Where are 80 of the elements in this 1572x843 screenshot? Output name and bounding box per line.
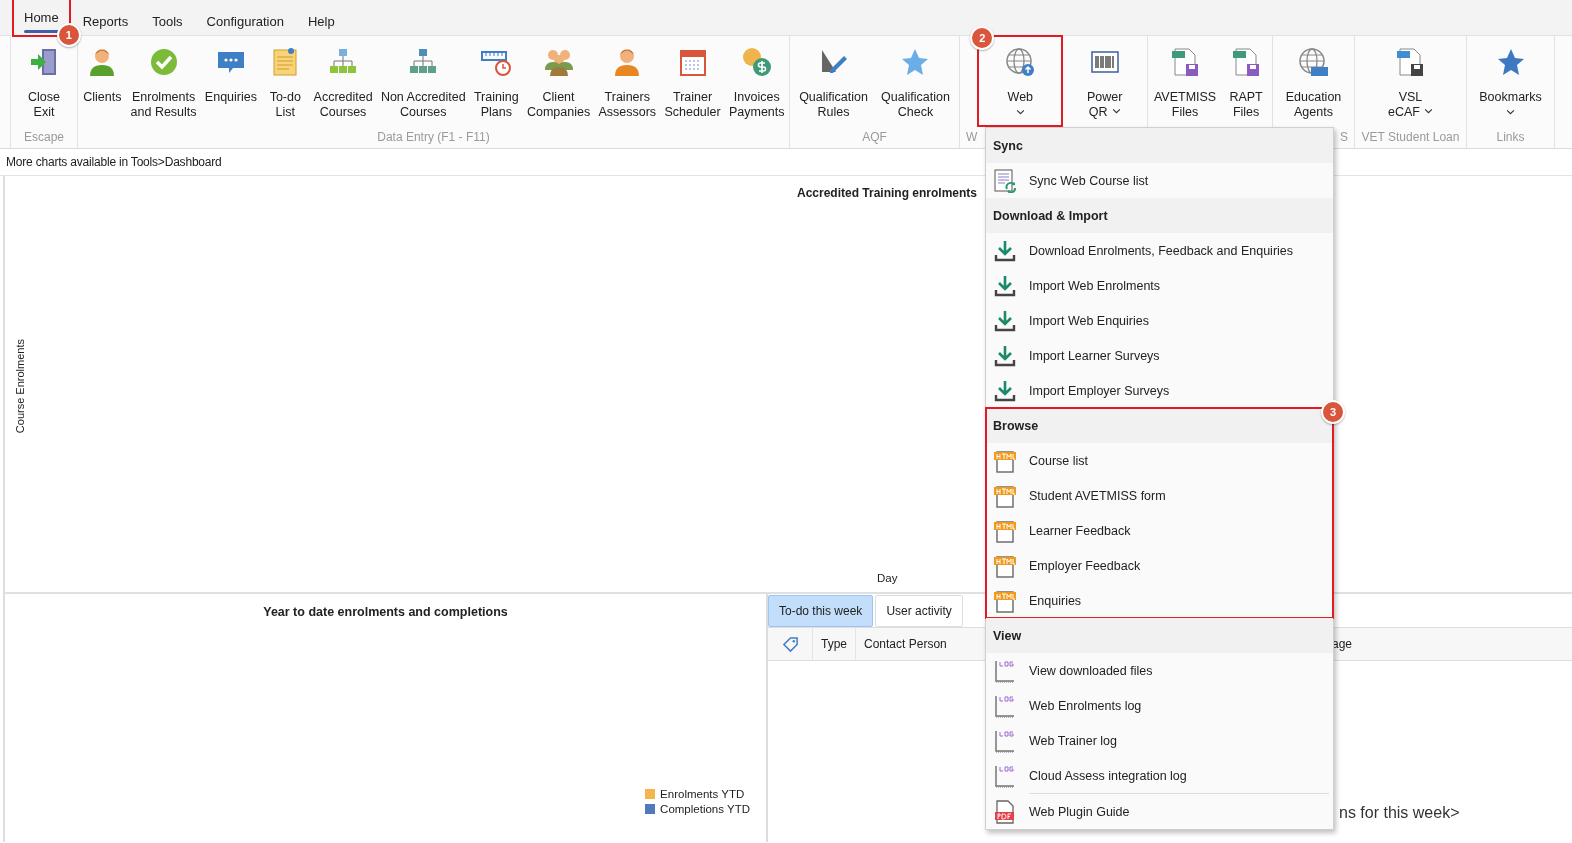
ribbon-button[interactable]: Qualification Check bbox=[877, 36, 954, 126]
group-label: W bbox=[966, 130, 978, 144]
tag-icon bbox=[781, 635, 799, 653]
ribbon-button[interactable]: Trainers Assessors bbox=[594, 36, 661, 126]
step-badge: 2 bbox=[970, 26, 995, 50]
ribbon-button[interactable]: Enrolments and Results bbox=[126, 36, 201, 126]
group-label: Links bbox=[1496, 130, 1525, 144]
menu-item[interactable]: Sync Web Course list bbox=[986, 163, 1333, 198]
legend-label: Completions YTD bbox=[660, 803, 750, 815]
empty-message: ns for this week> bbox=[1339, 804, 1460, 822]
menu-item[interactable]: Learner Feedback bbox=[986, 513, 1333, 548]
menu-section-header: Sync bbox=[986, 128, 1333, 163]
download-icon bbox=[993, 378, 1017, 403]
chart-title: Accredited Training enrolments bbox=[797, 186, 978, 200]
step-badge: 3 bbox=[1321, 400, 1345, 424]
legend-label: Enrolments YTD bbox=[660, 788, 745, 800]
ribbon-button[interactable]: RAPT Files bbox=[1222, 36, 1271, 126]
coins-icon bbox=[740, 46, 773, 78]
html-file-icon bbox=[993, 448, 1017, 473]
ribbon-button[interactable]: Bookmarks bbox=[1475, 36, 1546, 126]
ribbon-button[interactable]: Training Plans bbox=[469, 36, 523, 126]
menu-item[interactable]: Web Plugin Guide bbox=[986, 794, 1333, 829]
menu-tab[interactable]: Configuration bbox=[196, 7, 294, 35]
menu-section-header: Download & Import bbox=[986, 198, 1333, 233]
menu-tab[interactable]: Help bbox=[297, 7, 345, 35]
menu-item[interactable]: Cloud Assess integration log bbox=[986, 758, 1333, 793]
group-label: S bbox=[1340, 130, 1348, 144]
log-file-icon bbox=[993, 728, 1017, 753]
menu-item[interactable]: Import Web Enquiries bbox=[986, 303, 1333, 338]
ribbon-button[interactable]: VSL eCAF bbox=[1384, 36, 1437, 126]
ribbon-button[interactable]: Client Companies bbox=[522, 36, 595, 126]
html-file-icon bbox=[993, 553, 1017, 578]
download-icon bbox=[993, 273, 1017, 298]
ribbon-button[interactable]: Education Agents bbox=[1281, 36, 1346, 126]
menu-item[interactable]: Import Learner Surveys bbox=[986, 338, 1333, 373]
log-file-icon bbox=[993, 658, 1017, 683]
html-file-icon bbox=[993, 518, 1017, 543]
menu-item[interactable]: Employer Feedback bbox=[986, 548, 1333, 583]
group-label: AQF bbox=[862, 130, 887, 144]
axis-label: Course Enrolments bbox=[14, 338, 26, 434]
sync-list-icon bbox=[993, 168, 1017, 193]
globe-icon bbox=[1297, 46, 1330, 78]
step-badge: 1 bbox=[56, 23, 81, 47]
log-file-icon bbox=[993, 693, 1017, 718]
menu-item[interactable]: Student AVETMISS form bbox=[986, 478, 1333, 513]
ribbon-button[interactable]: Invoices Payments bbox=[724, 36, 789, 126]
group-label: VET Student Loan bbox=[1361, 130, 1460, 144]
download-icon bbox=[993, 343, 1017, 368]
menu-item[interactable]: Enquiries bbox=[986, 583, 1333, 618]
menu-item[interactable]: Web Enrolments log bbox=[986, 688, 1333, 723]
ribbon-button[interactable]: To-do List bbox=[261, 36, 310, 126]
ribbon-button[interactable]: AVETMISS Files bbox=[1149, 36, 1221, 126]
chart-title: Year to date enrolments and completions bbox=[263, 605, 508, 619]
log-file-icon bbox=[993, 763, 1017, 788]
ribbon-button[interactable]: Accredited Courses bbox=[309, 36, 377, 126]
menu-item[interactable]: Download Enrolments, Feedback and Enquiries bbox=[986, 233, 1333, 268]
column-header: Type bbox=[813, 628, 856, 660]
menu-section-header: View bbox=[986, 618, 1333, 653]
ribbon-button[interactable]: Qualification Rules bbox=[795, 36, 872, 126]
html-file-icon bbox=[993, 483, 1017, 508]
ribbon-button[interactable]: Enquiries bbox=[200, 36, 261, 126]
info-text: More charts available in Tools>Dashboard bbox=[6, 155, 222, 169]
ribbon-button[interactable]: Power QR bbox=[1080, 36, 1129, 126]
menu-item[interactable]: Course list bbox=[986, 443, 1333, 478]
download-icon bbox=[993, 308, 1017, 333]
ribbon-button[interactable]: Trainer Scheduler bbox=[660, 36, 725, 126]
panel-tab[interactable]: User activity bbox=[875, 595, 963, 627]
html-file-icon bbox=[993, 588, 1017, 613]
download-icon bbox=[993, 238, 1017, 263]
menu-tab[interactable]: Tools bbox=[142, 7, 193, 35]
ribbon-button[interactable]: Non Accredited Courses bbox=[376, 36, 470, 126]
group-label: Escape bbox=[24, 130, 64, 144]
menu-item[interactable]: Import Web Enrolments bbox=[986, 268, 1333, 303]
group-label: Data Entry (F1 - F11) bbox=[377, 130, 490, 144]
ribbon-button[interactable]: Clients bbox=[78, 36, 127, 126]
globe-icon bbox=[1004, 46, 1037, 78]
pdf-file-icon bbox=[993, 799, 1017, 824]
panel-tab[interactable]: To-do this week bbox=[768, 595, 874, 627]
menu-item[interactable]: Web Trainer log bbox=[986, 723, 1333, 758]
axis-label: Day bbox=[877, 572, 898, 584]
